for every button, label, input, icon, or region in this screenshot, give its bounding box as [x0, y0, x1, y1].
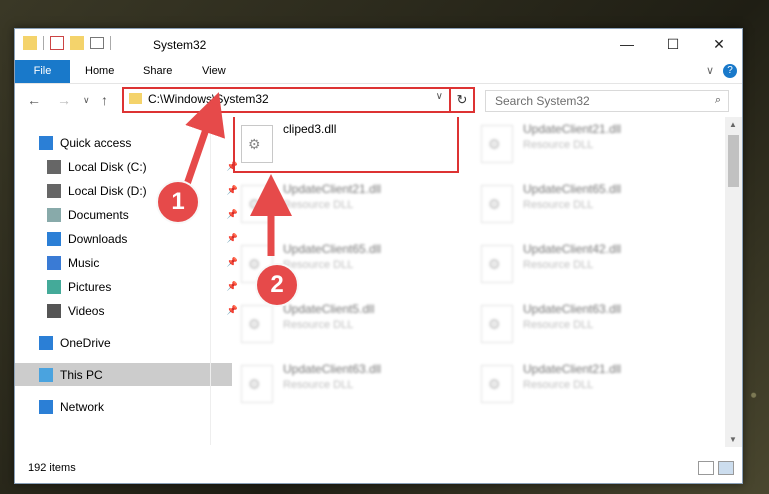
arrow-to-address-bar [181, 92, 225, 192]
annotation-arrows [181, 92, 292, 256]
callout-1: 1 [156, 180, 200, 224]
callout-2: 2 [255, 263, 299, 307]
